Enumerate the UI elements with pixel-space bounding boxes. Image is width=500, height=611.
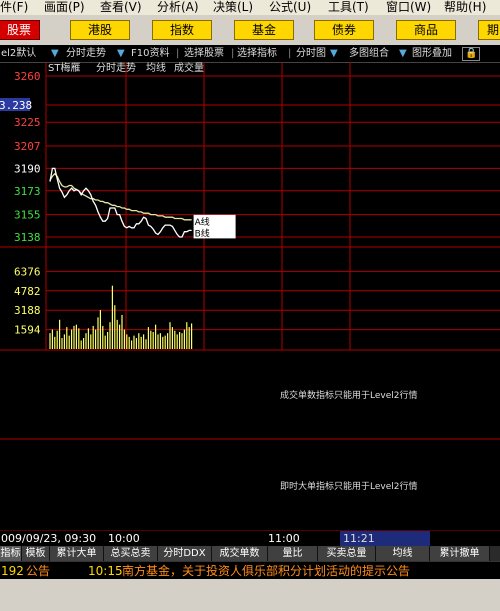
menu-analysis[interactable]: 分析(A): [157, 0, 199, 15]
toolbar-divider: |: [288, 48, 292, 59]
menu-window[interactable]: 窗口(W): [386, 0, 431, 15]
price-tick-label: 3225: [14, 116, 41, 129]
tab-futures-button[interactable]: 期: [478, 20, 500, 40]
tab-cumulative-big[interactable]: 累计大单: [50, 546, 104, 561]
tab-template[interactable]: 模板: [22, 546, 50, 561]
volume-bars: [49, 285, 193, 349]
level2-default-button[interactable]: el2默认: [1, 45, 36, 62]
price-tick-label: 3190: [14, 162, 41, 175]
indicator-tabs: 指标 模板 累计大单 总买总卖 分时DDX 成交单数 量比 买卖总量 均线 累计…: [0, 546, 500, 561]
menu-bar: 件(F) 画面(P) 查看(V) 分析(A) 决策(L) 公式(U) 工具(T)…: [0, 0, 500, 16]
ticker-headline[interactable]: 南方基金，关于投资人俱乐部积分计划活动的提示公告: [122, 562, 410, 580]
ticker-time: 10:15: [88, 564, 123, 578]
chevron-down-icon[interactable]: ▼: [117, 45, 125, 62]
tab-moving-average[interactable]: 均线: [376, 546, 430, 561]
overlay-button[interactable]: 图形叠加: [412, 45, 452, 62]
volume-tick-label: 1594: [14, 324, 41, 337]
menu-formula[interactable]: 公式(U): [269, 0, 311, 15]
tab-volume-ratio[interactable]: 量比: [268, 546, 318, 561]
price-line: [49, 167, 192, 238]
line-a-label: A线: [195, 216, 210, 228]
volume-tick-label: 4782: [14, 285, 41, 298]
price-tick-label: 3207: [14, 140, 41, 153]
intraday-button[interactable]: 分时走势: [66, 45, 106, 62]
menu-screen[interactable]: 画面(P): [44, 0, 85, 15]
time-start-label: 009/09/23, 09:30: [1, 532, 97, 545]
news-ticker[interactable]: 192 公告 10:15 南方基金，关于投资人俱乐部积分计划活动的提示公告: [0, 561, 500, 580]
f10-button[interactable]: F10资料: [131, 45, 169, 62]
price-tick-label: 3138: [14, 231, 41, 244]
tab-total-buy-sell[interactable]: 总买总卖: [104, 546, 158, 561]
price-axis: 3260 3.238 3225 3207 3190 3173 3155 3138: [0, 70, 41, 244]
time-1100-label: 11:00: [268, 532, 300, 545]
select-indicator-button[interactable]: 选择指标: [237, 45, 277, 62]
price-tick-label: 3.238: [0, 99, 32, 112]
price-tick-label: 3155: [14, 209, 41, 222]
intraday-chart[interactable]: 3260 3.238 3225 3207 3190 3173 3155 3138 6376 47…: [0, 62, 500, 531]
current-time-label: 11:21: [340, 531, 430, 546]
avg-price-line: [49, 172, 192, 221]
multi-chart-button[interactable]: 多图组合: [349, 45, 389, 62]
tab-commodity-button[interactable]: 商品: [396, 20, 456, 40]
menu-tools[interactable]: 工具(T): [328, 0, 369, 15]
ticker-category: 公告: [26, 564, 51, 578]
market-category-bar: 股票 港股 指数 基金 债券 商品 期: [0, 15, 500, 45]
price-lines: [49, 167, 192, 238]
function-toolbar: el2默认 ▼ 分时走势 ▼ F10资料 | 选择股票 | 选择指标 | 分时图…: [0, 45, 500, 63]
status-area: [0, 579, 500, 611]
lock-icon[interactable]: 🔒: [462, 47, 481, 61]
price-tick-label: 3260: [14, 70, 41, 83]
tab-intraday-ddx[interactable]: 分时DDX: [158, 546, 212, 561]
menu-file[interactable]: 件(F): [0, 0, 28, 15]
line-b-label: B线: [195, 227, 210, 239]
menu-view[interactable]: 查看(V): [100, 0, 142, 15]
select-stock-button[interactable]: 选择股票: [184, 45, 224, 62]
tab-fund-button[interactable]: 基金: [234, 20, 294, 40]
volume-tick-label: 6376: [14, 265, 41, 278]
tab-bond-button[interactable]: 债券: [314, 20, 374, 40]
level2-notice-bigorders: 即时大单指标只能用于Level2行情: [280, 482, 418, 492]
tab-stocks-button[interactable]: 股票: [0, 20, 40, 40]
ticker-code: 192: [1, 564, 24, 578]
line-labels: A线B线: [193, 214, 236, 239]
tab-indicator[interactable]: 指标: [0, 546, 22, 561]
level2-notice-orders: 成交单数指标只能用于Level2行情: [280, 391, 418, 401]
price-tick-label: 3173: [14, 185, 41, 198]
volume-axis: 6376 4782 3188 1594: [14, 265, 41, 336]
time-axis: 009/09/23, 09:30 10:00 11:00 11:21: [0, 531, 500, 546]
toolbar-divider: |: [176, 48, 180, 59]
time-1000-label: 10:00: [108, 532, 140, 545]
toolbar-divider: |: [231, 48, 235, 59]
tab-bid-ask-volume[interactable]: 买卖总量: [318, 546, 376, 561]
menu-decision[interactable]: 决策(L): [213, 0, 253, 15]
tab-cumulative-cancel[interactable]: 累计撤单: [430, 546, 490, 561]
menu-help[interactable]: 帮助(H): [444, 0, 486, 15]
volume-tick-label: 3188: [14, 304, 41, 317]
intraday-chart-button[interactable]: 分时图: [296, 45, 326, 62]
chart-grid: [0, 62, 500, 531]
tab-hk-stocks-button[interactable]: 港股: [70, 20, 130, 40]
tab-order-count[interactable]: 成交单数: [212, 546, 268, 561]
chevron-down-icon[interactable]: ▼: [51, 45, 59, 62]
chevron-down-icon[interactable]: ▼: [330, 45, 338, 62]
chevron-down-icon[interactable]: ▼: [399, 45, 407, 62]
tab-index-button[interactable]: 指数: [152, 20, 212, 40]
